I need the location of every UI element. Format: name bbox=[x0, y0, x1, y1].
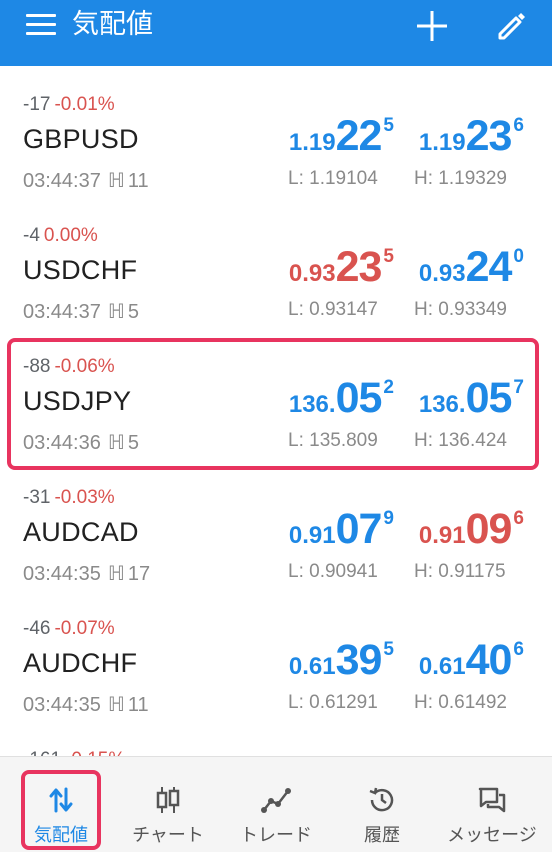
nav-chart[interactable]: チャート bbox=[122, 757, 214, 852]
ask-price-pips: 24 bbox=[465, 243, 513, 291]
bid-price-pips: 23 bbox=[335, 243, 383, 291]
high-price: H: 0.93349 bbox=[414, 299, 507, 320]
bid-price-fraction: 5 bbox=[383, 639, 394, 660]
high-price: H: 1.19329 bbox=[414, 168, 507, 189]
app-bar: 気配値 bbox=[0, 0, 552, 66]
bid-price: 0.9107 9 bbox=[289, 505, 394, 554]
symbol-name: USDCHF bbox=[23, 255, 138, 285]
menu-icon[interactable] bbox=[26, 14, 56, 35]
high-price: H: 0.61492 bbox=[414, 692, 507, 713]
bid-price-pips: 39 bbox=[335, 636, 383, 684]
bid-price-fraction: 5 bbox=[383, 115, 394, 136]
ask-price-prefix: 1.19 bbox=[418, 129, 466, 156]
symbol-name: AUDCHF bbox=[23, 648, 138, 678]
quote-meta: 03:44:37 ℍ 5 bbox=[23, 299, 139, 324]
ask-price-prefix: 0.91 bbox=[418, 522, 466, 549]
spread-icon: ℍ bbox=[107, 694, 125, 716]
change-points: -4 bbox=[23, 225, 40, 246]
ask-price-pips: 09 bbox=[465, 505, 513, 553]
quote-time: 03:44:37 bbox=[23, 170, 101, 192]
bid-price: 0.6139 5 bbox=[289, 636, 394, 685]
ask-price: 1.1923 6 bbox=[419, 112, 524, 161]
nav-label-messages: メッセージ bbox=[447, 825, 537, 845]
quote-time: 03:44:35 bbox=[23, 694, 101, 716]
ask-price-fraction: 6 bbox=[513, 639, 524, 660]
bid-price-prefix: 0.61 bbox=[288, 653, 336, 680]
ask-price: 0.9324 0 bbox=[419, 243, 524, 292]
spread-icon: ℍ bbox=[107, 563, 125, 585]
quote-time: 03:44:37 bbox=[23, 301, 101, 323]
bid-price-fraction: 9 bbox=[383, 508, 394, 529]
change-text: -17 -0.01% bbox=[23, 94, 115, 116]
page-title: 気配値 bbox=[72, 9, 153, 39]
spread-value: 11 bbox=[127, 170, 149, 192]
spread-icon: ℍ bbox=[107, 170, 125, 192]
quote-meta: 03:44:35 ℍ 17 bbox=[23, 561, 150, 586]
change-text: -31 -0.03% bbox=[23, 487, 115, 509]
change-text: -161 -0.15% bbox=[23, 749, 125, 756]
quote-row[interactable]: -17 -0.01% GBPUSD 03:44:37 ℍ 11 1.1922 5 1.1923 6… bbox=[0, 66, 552, 197]
messages-icon bbox=[478, 787, 506, 813]
nav-trade[interactable]: トレード bbox=[232, 757, 320, 852]
change-points: -31 bbox=[23, 487, 51, 508]
change-percent: -0.03% bbox=[54, 487, 115, 508]
quote-row[interactable]: -161 -0.15% bbox=[0, 721, 552, 756]
spread-value: 5 bbox=[127, 301, 139, 323]
chart-icon bbox=[156, 787, 180, 813]
change-percent: -0.01% bbox=[54, 94, 115, 115]
quote-meta: 03:44:35 ℍ 11 bbox=[23, 692, 149, 717]
spread-value: 17 bbox=[127, 563, 151, 585]
ask-price: 0.9109 6 bbox=[419, 505, 524, 554]
change-percent: 0.00% bbox=[43, 225, 98, 246]
spread-icon: ℍ bbox=[107, 301, 125, 323]
quote-row[interactable]: -46 -0.07% AUDCHF 03:44:35 ℍ 11 0.6139 5 0.6140 6… bbox=[0, 590, 552, 721]
low-price: L: 0.93147 bbox=[288, 299, 378, 320]
quote-row[interactable]: -31 -0.03% AUDCAD 03:44:35 ℍ 17 0.9107 9 0.9109 6… bbox=[0, 459, 552, 590]
change-points: -161 bbox=[23, 749, 61, 756]
ask-price-fraction: 6 bbox=[513, 508, 524, 529]
quote-row[interactable]: -4 0.00% USDCHF 03:44:37 ℍ 5 0.9323 5 0.9324 0 L: … bbox=[0, 197, 552, 328]
quote-meta: 03:44:37 ℍ 11 bbox=[23, 168, 149, 193]
symbol-name: GBPUSD bbox=[23, 124, 139, 154]
nav-label-chart: チャート bbox=[132, 825, 204, 845]
ask-price: 0.6140 6 bbox=[419, 636, 524, 685]
ask-price-prefix: 0.93 bbox=[418, 260, 466, 287]
trade-icon bbox=[261, 788, 291, 813]
nav-history[interactable]: 履歴 bbox=[342, 757, 422, 852]
spread-value: 11 bbox=[127, 694, 149, 716]
nav-messages[interactable]: メッセージ bbox=[436, 757, 548, 852]
bid-price-fraction: 5 bbox=[383, 246, 394, 267]
ask-price-fraction: 0 bbox=[513, 246, 524, 267]
bid-price-prefix: 1.19 bbox=[288, 129, 336, 156]
bid-price: 0.9323 5 bbox=[289, 243, 394, 292]
change-points: -17 bbox=[23, 94, 51, 115]
bid-price-prefix: 0.91 bbox=[288, 522, 336, 549]
change-points: -46 bbox=[23, 618, 51, 639]
ask-price-fraction: 6 bbox=[513, 115, 524, 136]
bid-price-pips: 22 bbox=[335, 112, 383, 160]
low-price: L: 0.90941 bbox=[288, 561, 378, 582]
nav-label-history: 履歴 bbox=[364, 825, 400, 845]
change-text: -4 0.00% bbox=[23, 225, 98, 247]
highlight-nav-quotes bbox=[21, 770, 101, 850]
ask-price-prefix: 0.61 bbox=[418, 653, 466, 680]
bid-price: 1.1922 5 bbox=[289, 112, 394, 161]
quote-time: 03:44:35 bbox=[23, 563, 101, 585]
change-percent: -0.15% bbox=[65, 749, 125, 756]
nav-label-trade: トレード bbox=[240, 825, 312, 845]
high-price: H: 0.91175 bbox=[414, 561, 506, 582]
add-icon[interactable] bbox=[414, 8, 450, 44]
bid-price-prefix: 0.93 bbox=[288, 260, 336, 287]
history-icon bbox=[369, 787, 394, 812]
low-price: L: 0.61291 bbox=[288, 692, 378, 713]
change-percent: -0.07% bbox=[54, 618, 115, 639]
ask-price-pips: 40 bbox=[465, 636, 513, 684]
edit-icon[interactable] bbox=[494, 8, 528, 42]
ask-price-pips: 23 bbox=[465, 112, 513, 160]
symbol-name: AUDCAD bbox=[23, 517, 139, 547]
low-price: L: 1.19104 bbox=[288, 168, 378, 189]
change-text: -46 -0.07% bbox=[23, 618, 115, 640]
highlight-usdjpy-row bbox=[7, 338, 539, 470]
bid-price-pips: 07 bbox=[335, 505, 383, 553]
